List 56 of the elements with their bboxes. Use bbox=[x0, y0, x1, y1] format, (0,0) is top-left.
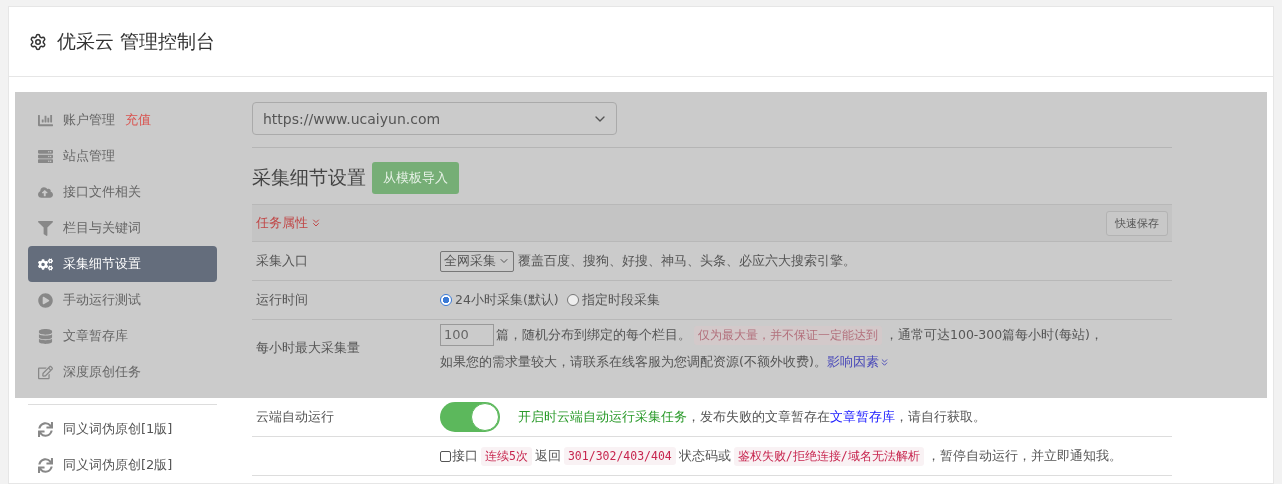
server-icon bbox=[38, 148, 53, 164]
sidebar-item[interactable]: 站点管理 bbox=[28, 138, 217, 174]
import-template-button[interactable]: 从模板导入 bbox=[372, 162, 459, 194]
refresh-icon bbox=[38, 457, 53, 473]
highlight-code: 仅为最大量，并不保证一定能达到 bbox=[694, 325, 882, 345]
sidebar-item[interactable]: 同义词伪原创[1版] bbox=[28, 411, 217, 447]
filter-icon bbox=[38, 220, 53, 236]
bar-chart-icon bbox=[38, 112, 53, 128]
sidebar-item[interactable]: 手动运行测试 bbox=[28, 282, 217, 318]
field-label: 采集入口 bbox=[255, 252, 309, 270]
highlight-code: 鉴权失败/拒绝连接/域名无法解析 bbox=[733, 446, 924, 466]
recharge-link[interactable]: 充值 bbox=[125, 111, 151, 129]
sidebar-item[interactable]: 采集细节设置 bbox=[28, 246, 217, 282]
gears-icon bbox=[38, 256, 53, 272]
description-text: 接口 bbox=[452, 447, 478, 465]
double-chevron-icon bbox=[310, 217, 322, 229]
sidebar-item[interactable]: 深度原创任务 bbox=[28, 354, 217, 390]
settings-icon bbox=[29, 32, 47, 51]
description-text: 覆盖百度、搜狗、好搜、神马、头条、必应六大搜索引擎。 bbox=[518, 252, 856, 270]
description-text: 如果您的需求量较大，请联系在线客服为您调配资源(不额外收费)。 bbox=[440, 354, 827, 371]
checkbox[interactable] bbox=[440, 450, 451, 462]
toggle-switch[interactable] bbox=[440, 402, 500, 432]
sidebar-item[interactable]: 文章暂存库 bbox=[28, 318, 217, 354]
sidebar-item[interactable]: 栏目与关键词 bbox=[28, 210, 217, 246]
cloud-upload-icon bbox=[38, 184, 53, 200]
highlight-code: 301/302/403/404 bbox=[563, 447, 676, 465]
description-text: ，请自行获取。 bbox=[895, 408, 986, 426]
sidebar-item[interactable]: 同义词伪原创[2版] bbox=[28, 447, 217, 483]
description-text: 状态码或 bbox=[678, 447, 731, 465]
refresh-icon bbox=[38, 421, 53, 437]
radio-option[interactable]: 指定时段采集 bbox=[566, 291, 660, 309]
section-heading: 采集细节设置 bbox=[252, 165, 366, 190]
sidebar-item[interactable]: 账户管理 充值 bbox=[28, 102, 217, 138]
description-text: ，暂停自动运行，并立即通知我。 bbox=[926, 447, 1122, 465]
field-label: 运行时间 bbox=[255, 291, 309, 309]
site-select[interactable]: https://www.ucaiyun.com bbox=[252, 102, 617, 135]
description-text: ，发布失败的文章暂存在 bbox=[687, 408, 830, 426]
sidebar-item[interactable]: 接口文件相关 bbox=[28, 174, 217, 210]
play-icon bbox=[38, 292, 53, 308]
inline-link[interactable]: 文章暂存库 bbox=[830, 408, 895, 426]
edit-icon bbox=[38, 364, 53, 380]
page-title: 优采云 管理控制台 bbox=[57, 28, 216, 54]
field-label: 云端自动运行 bbox=[255, 408, 335, 426]
inline-link[interactable]: 影响因素 bbox=[826, 354, 890, 371]
radio-option[interactable]: 24小时采集(默认) bbox=[440, 291, 559, 309]
quick-save-button[interactable]: 快速保存 bbox=[1106, 210, 1168, 236]
description-text: 返回 bbox=[534, 447, 561, 465]
description-text: ，通常可达100-300篇每小时(每站)， bbox=[885, 326, 1103, 344]
note-text: 开启时云端自动运行采集任务 bbox=[518, 408, 687, 426]
entry-select[interactable]: 全网采集 bbox=[440, 250, 514, 272]
task-properties-toggle[interactable]: 任务属性 bbox=[256, 214, 322, 232]
database-icon bbox=[38, 328, 53, 344]
amount-input[interactable]: 100 bbox=[440, 324, 494, 346]
field-label: 每小时最大采集量 bbox=[255, 338, 361, 357]
highlight-code: 连续5次 bbox=[481, 446, 532, 466]
description-text: 篇，随机分布到绑定的每个栏目。 bbox=[496, 326, 691, 344]
